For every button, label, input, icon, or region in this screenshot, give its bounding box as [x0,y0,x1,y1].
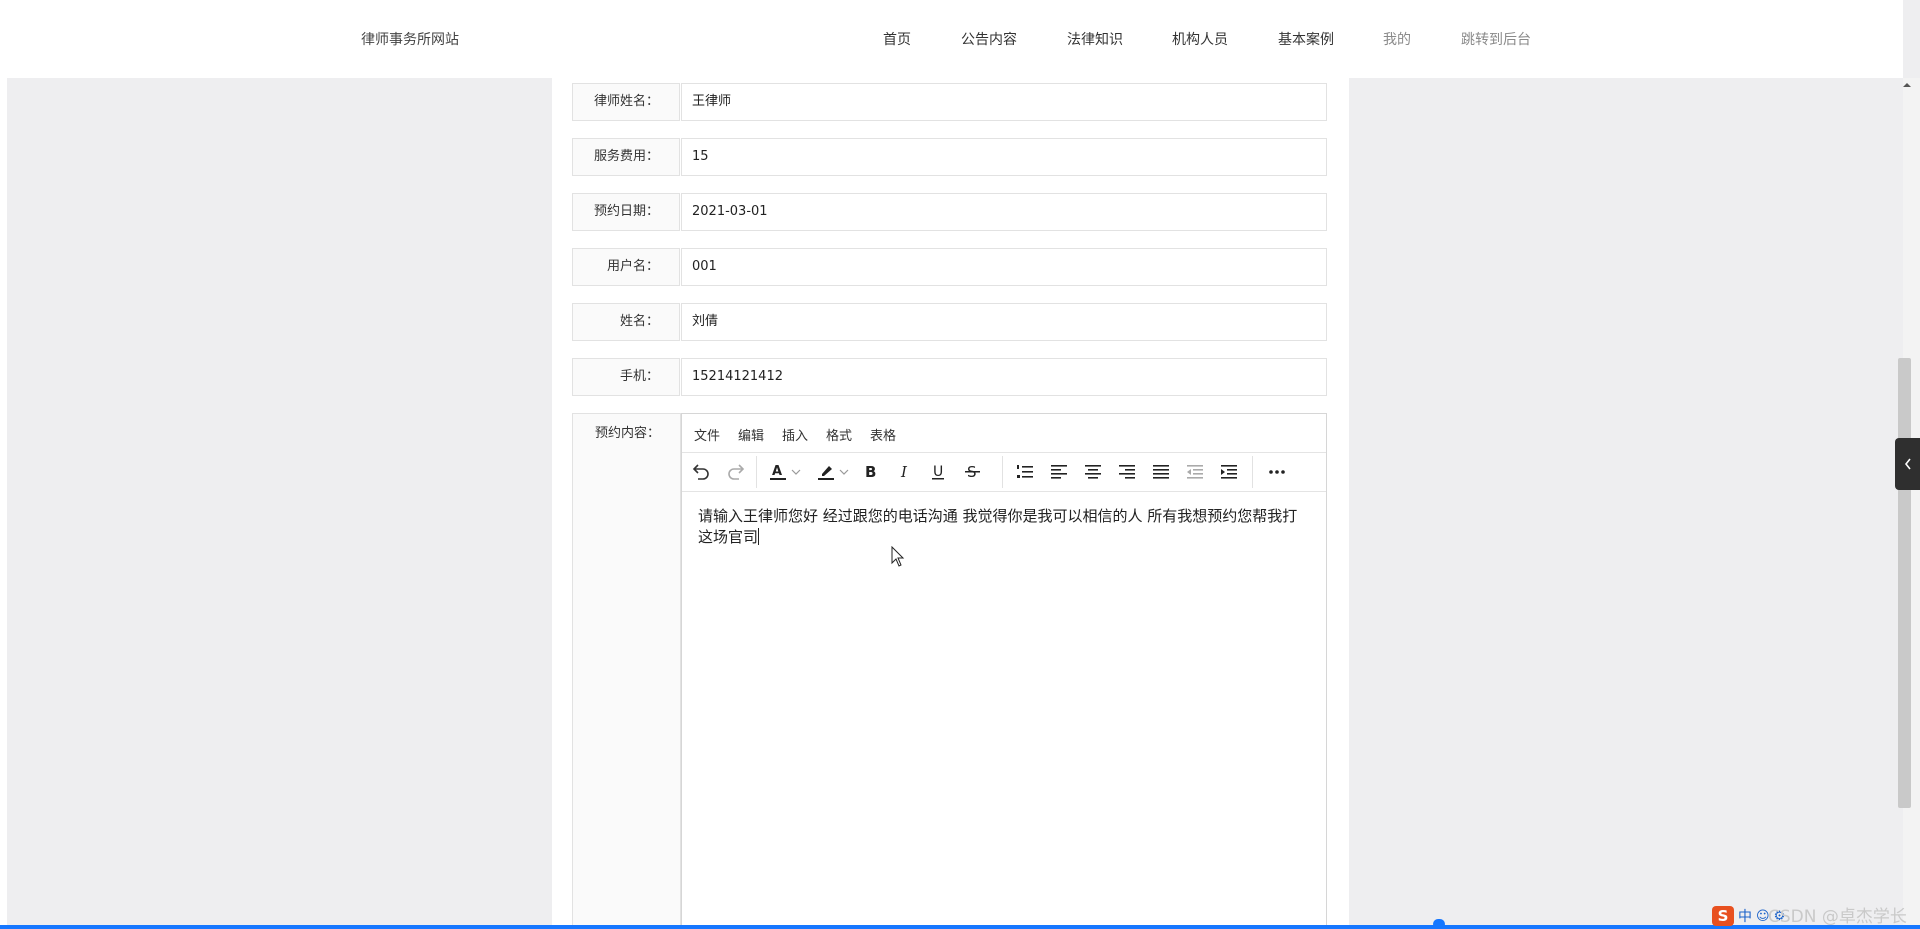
site-title[interactable]: 律师事务所网站 [361,29,459,49]
undo-icon[interactable] [690,462,712,482]
align-left-icon[interactable] [1048,462,1070,482]
top-navbar: 律师事务所网站 首页 公告内容 法律知识 机构人员 基本案例 我的 跳转到后台 [7,0,1903,78]
rich-text-editor: 文件 编辑 插入 格式 表格 A B I U S 请输入王律师您好 经过跟您的电… [681,413,1327,929]
service-fee-input[interactable]: 15 [681,138,1327,176]
toolbar-separator [1252,456,1253,488]
field-label: 预约日期： [572,193,680,231]
outdent-icon[interactable] [1184,462,1206,482]
field-label: 手机： [572,358,680,396]
name-input[interactable]: 刘倩 [681,303,1327,341]
field-label: 服务费用： [572,138,680,176]
toolbar-separator [1002,456,1003,488]
text-caret [758,528,760,545]
highlight-dropdown-icon[interactable] [838,462,850,482]
editor-toolbar: A B I U S [682,452,1326,492]
nav-staff[interactable]: 机构人员 [1172,29,1228,49]
progress-handle[interactable] [1433,919,1445,929]
text-color-icon[interactable]: A [768,462,790,482]
field-name: 姓名： 刘倩 [572,303,1327,343]
svg-text:A: A [772,464,782,479]
highlight-icon[interactable] [816,462,838,482]
field-phone: 手机： 15214121412 [572,358,1327,398]
nav-home[interactable]: 首页 [883,29,911,49]
svg-text:B: B [865,463,876,481]
phone-input[interactable]: 15214121412 [681,358,1327,396]
svg-text:U: U [933,464,943,480]
menu-insert[interactable]: 插入 [782,425,808,444]
bold-icon[interactable]: B [860,462,882,482]
field-username: 用户名： 001 [572,248,1327,288]
editor-text: 请输入王律师您好 经过跟您的电话沟通 我觉得你是我可以相信的人 所有我想预约您帮… [698,507,1298,546]
side-panel-toggle[interactable] [1895,438,1920,490]
more-icon[interactable] [1266,462,1288,482]
menu-format[interactable]: 格式 [826,425,852,444]
strikethrough-icon[interactable]: S [962,462,984,482]
field-service-fee: 服务费用： 15 [572,138,1327,178]
editor-menubar: 文件 编辑 插入 格式 表格 [682,414,1326,452]
content-label: 预约内容： [572,413,681,929]
editor-content-area[interactable]: 请输入王律师您好 经过跟您的电话沟通 我觉得你是我可以相信的人 所有我想预约您帮… [698,506,1308,548]
scrollbar-thumb[interactable] [1898,358,1911,808]
indent-icon[interactable] [1218,462,1240,482]
numbered-list-icon[interactable] [1014,462,1036,482]
field-label: 姓名： [572,303,680,341]
left-edge [0,0,7,929]
nav-announcements[interactable]: 公告内容 [961,29,1017,49]
nav-legal-knowledge[interactable]: 法律知识 [1067,29,1123,49]
chevron-left-icon [1904,458,1911,470]
field-label: 律师姓名： [572,83,680,121]
align-right-icon[interactable] [1116,462,1138,482]
mouse-pointer-icon [891,546,905,567]
nav-backend[interactable]: 跳转到后台 [1461,29,1531,49]
redo-icon[interactable] [725,462,747,482]
svg-text:I: I [900,463,908,481]
menu-table[interactable]: 表格 [870,425,896,444]
lawyer-name-input[interactable]: 王律师 [681,83,1327,121]
toolbar-separator [756,456,757,488]
field-appointment-date: 预约日期： 2021-03-01 [572,193,1327,233]
menu-file[interactable]: 文件 [694,425,720,444]
align-justify-icon[interactable] [1150,462,1172,482]
italic-icon[interactable]: I [894,462,916,482]
username-input[interactable]: 001 [681,248,1327,286]
align-center-icon[interactable] [1082,462,1104,482]
menu-edit[interactable]: 编辑 [738,425,764,444]
bottom-progress-line [0,925,1920,929]
field-lawyer-name: 律师姓名： 王律师 [572,83,1327,123]
field-label: 用户名： [572,248,680,286]
nav-cases[interactable]: 基本案例 [1278,29,1334,49]
sogou-ime-icon[interactable]: S [1712,906,1734,926]
text-color-dropdown-icon[interactable] [790,462,802,482]
nav-mine[interactable]: 我的 [1383,29,1411,49]
watermark: CSDN @卓杰学长 [1768,907,1907,927]
scroll-up-arrow-icon[interactable] [1901,80,1913,90]
appointment-date-input[interactable]: 2021-03-01 [681,193,1327,231]
ime-language[interactable]: 中 [1738,906,1752,926]
underline-icon[interactable]: U [928,462,950,482]
